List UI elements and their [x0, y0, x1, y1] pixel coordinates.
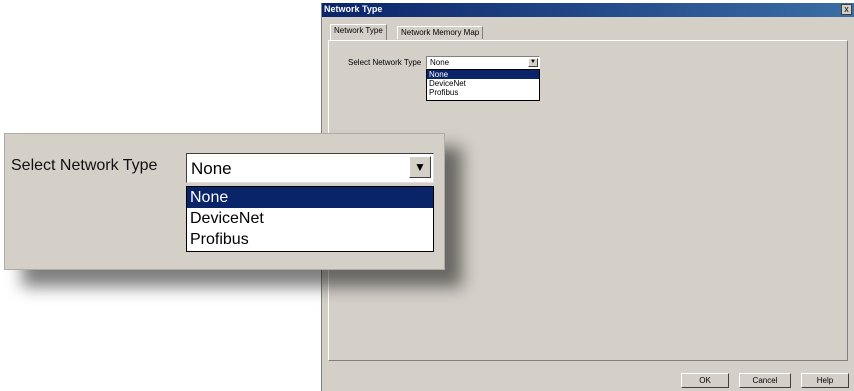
- dialog-title: Network Type: [324, 4, 383, 14]
- close-icon: x: [844, 4, 849, 14]
- option-profibus[interactable]: Profibus: [427, 88, 539, 97]
- zoom-callout: Select Network Type None ▼ None DeviceNe…: [4, 133, 445, 270]
- ok-button[interactable]: OK: [681, 373, 729, 388]
- tab-network-memory-map[interactable]: Network Memory Map: [397, 26, 484, 39]
- zoom-option-none[interactable]: None: [187, 187, 433, 208]
- network-type-select[interactable]: None ▼: [426, 56, 540, 69]
- chevron-down-icon[interactable]: ▼: [528, 58, 538, 67]
- zoom-option-profibus[interactable]: Profibus: [187, 229, 433, 250]
- title-bar[interactable]: Network Type x: [322, 3, 854, 17]
- select-value: None: [430, 58, 450, 67]
- help-button[interactable]: Help: [801, 373, 849, 388]
- zoom-options-list: None DeviceNet Profibus: [186, 186, 434, 252]
- close-button[interactable]: x: [841, 4, 852, 15]
- zoom-select-value: None: [191, 159, 232, 178]
- zoom-chevron-down-icon[interactable]: ▼: [409, 156, 431, 178]
- tab-network-type[interactable]: Network Type: [330, 24, 387, 40]
- network-type-options-list: None DeviceNet Profibus: [426, 69, 540, 101]
- zoom-network-type-select[interactable]: None ▼: [186, 153, 434, 183]
- option-devicenet[interactable]: DeviceNet: [427, 79, 539, 88]
- cancel-button[interactable]: Cancel: [739, 373, 791, 388]
- zoom-option-devicenet[interactable]: DeviceNet: [187, 208, 433, 229]
- option-none[interactable]: None: [427, 70, 539, 79]
- select-network-type-label: Select Network Type: [348, 58, 422, 67]
- zoom-select-label: Select Network Type: [11, 157, 158, 174]
